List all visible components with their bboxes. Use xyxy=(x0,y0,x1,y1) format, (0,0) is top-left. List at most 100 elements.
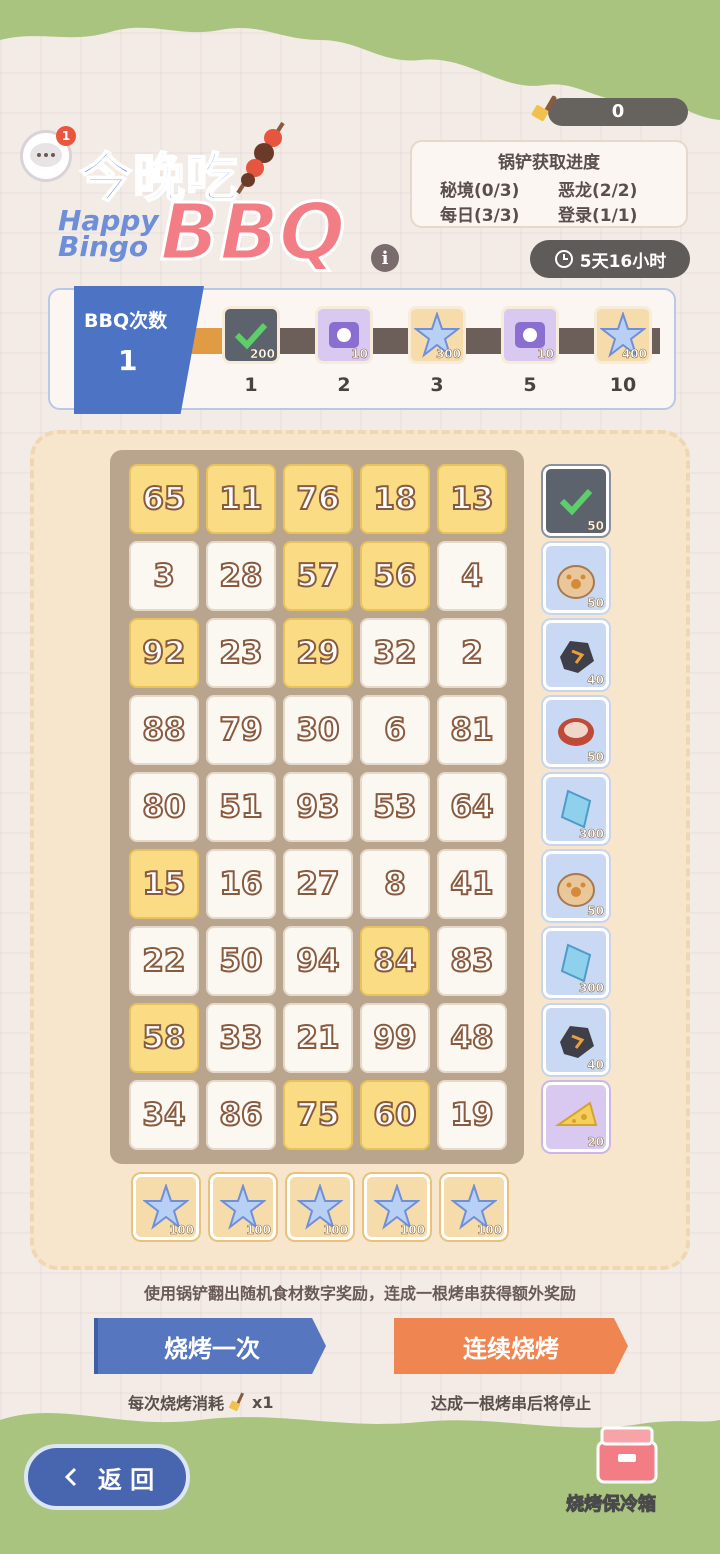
milestone-reward-1[interactable]: 200 xyxy=(222,306,280,364)
bingo-cell[interactable]: 76 xyxy=(283,464,353,534)
bingo-cell[interactable]: 3 xyxy=(129,541,199,611)
bingo-cell[interactable]: 29 xyxy=(283,618,353,688)
bingo-cell[interactable]: 51 xyxy=(206,772,276,842)
bingo-cell[interactable]: 83 xyxy=(437,926,507,996)
bbq-count-value: 1 xyxy=(118,344,138,377)
cooler-box-label: 烧烤保冷箱 xyxy=(566,1494,657,1516)
spatula-icon xyxy=(531,95,557,122)
bingo-cell[interactable]: 2 xyxy=(437,618,507,688)
column-reward[interactable]: 100 xyxy=(210,1174,276,1240)
bingo-cell[interactable]: 86 xyxy=(206,1080,276,1150)
progress-item-dungeon: 秘境(0/3) xyxy=(440,181,520,201)
bingo-cell[interactable]: 99 xyxy=(360,1003,430,1073)
bingo-cell[interactable]: 11 xyxy=(206,464,276,534)
milestone-index: 2 xyxy=(337,374,351,396)
bingo-cell[interactable]: 19 xyxy=(437,1080,507,1150)
bingo-cell[interactable]: 18 xyxy=(360,464,430,534)
bingo-cell[interactable]: 32 xyxy=(360,618,430,688)
bingo-cell[interactable]: 23 xyxy=(206,618,276,688)
milestone-reward-10[interactable]: 400 xyxy=(594,306,652,364)
milestone-index: 3 xyxy=(430,374,444,396)
bingo-cell[interactable]: 41 xyxy=(437,849,507,919)
column-reward[interactable]: 100 xyxy=(133,1174,199,1240)
row-reward[interactable]: 50 xyxy=(543,697,609,767)
logo-bbq: BBQ xyxy=(158,187,346,280)
logo-bingo: Bingo xyxy=(58,230,149,263)
milestone-reward-3[interactable]: 300 xyxy=(408,306,466,364)
ore-icon xyxy=(560,641,594,673)
reward-amount: 50 xyxy=(587,596,604,611)
bingo-cell[interactable]: 79 xyxy=(206,695,276,765)
timer-text: 5天16小时 xyxy=(579,251,667,272)
crystal-icon xyxy=(560,943,592,983)
bingo-cell[interactable]: 94 xyxy=(283,926,353,996)
info-icon[interactable]: i xyxy=(371,244,399,272)
event-timer: 5天16小时 xyxy=(530,240,690,278)
reward-amount: 100 xyxy=(476,1223,503,1238)
grill-continuous-button[interactable]: 连续烧烤 xyxy=(394,1318,628,1374)
column-reward[interactable]: 100 xyxy=(287,1174,353,1240)
reward-amount: 300 xyxy=(578,981,605,996)
row-reward[interactable]: 300 xyxy=(543,774,609,844)
reward-amount: 20 xyxy=(587,1135,604,1150)
milestone-reward-2[interactable]: 10 xyxy=(315,306,373,364)
column-reward[interactable]: 100 xyxy=(441,1174,507,1240)
reward-amount: 100 xyxy=(399,1223,426,1238)
bingo-cell[interactable]: 65 xyxy=(129,464,199,534)
milestone-index: 1 xyxy=(244,374,258,396)
bingo-cell[interactable]: 64 xyxy=(437,772,507,842)
check-icon xyxy=(559,488,593,516)
bingo-cell[interactable]: 56 xyxy=(360,541,430,611)
bingo-cell[interactable]: 4 xyxy=(437,541,507,611)
cooler-box-icon[interactable] xyxy=(592,1418,662,1488)
row-reward[interactable]: 50 xyxy=(543,466,609,536)
ore-icon xyxy=(560,1026,594,1058)
spatula-currency-counter: 0 xyxy=(548,98,688,126)
bingo-cell[interactable]: 27 xyxy=(283,849,353,919)
bingo-cell[interactable]: 48 xyxy=(437,1003,507,1073)
back-button[interactable]: 返 回 xyxy=(24,1444,190,1510)
row-reward[interactable]: 40 xyxy=(543,1005,609,1075)
row-reward[interactable]: 20 xyxy=(543,1082,609,1152)
row-reward[interactable]: 50 xyxy=(543,851,609,921)
milestone-reward-5[interactable]: 10 xyxy=(501,306,559,364)
row-reward[interactable]: 50 xyxy=(543,543,609,613)
grill-once-button[interactable]: 烧烤一次 xyxy=(94,1318,326,1374)
column-reward[interactable]: 100 xyxy=(364,1174,430,1240)
milestone-amount: 200 xyxy=(249,347,276,362)
bingo-cell[interactable]: 60 xyxy=(360,1080,430,1150)
bingo-cell[interactable]: 58 xyxy=(129,1003,199,1073)
milestone-amount: 10 xyxy=(537,347,554,362)
bingo-cell[interactable]: 8 xyxy=(360,849,430,919)
bingo-cell[interactable]: 33 xyxy=(206,1003,276,1073)
bingo-cell[interactable]: 92 xyxy=(129,618,199,688)
bingo-cell[interactable]: 50 xyxy=(206,926,276,996)
reward-amount: 100 xyxy=(322,1223,349,1238)
bingo-cell[interactable]: 28 xyxy=(206,541,276,611)
row-reward[interactable]: 300 xyxy=(543,928,609,998)
bingo-cell[interactable]: 15 xyxy=(129,849,199,919)
bingo-cell[interactable]: 75 xyxy=(283,1080,353,1150)
bingo-cell[interactable]: 88 xyxy=(129,695,199,765)
milestone-amount: 400 xyxy=(621,347,648,362)
bbq-count-title: BBQ次数 xyxy=(84,310,168,332)
progress-title: 锅铲获取进度 xyxy=(498,153,600,173)
bingo-cell[interactable]: 21 xyxy=(283,1003,353,1073)
bingo-cell[interactable]: 84 xyxy=(360,926,430,996)
bingo-cell[interactable]: 80 xyxy=(129,772,199,842)
bingo-cell[interactable]: 22 xyxy=(129,926,199,996)
bingo-cell[interactable]: 57 xyxy=(283,541,353,611)
milestone-amount: 10 xyxy=(351,347,368,362)
bingo-cell[interactable]: 6 xyxy=(360,695,430,765)
bingo-cell[interactable]: 81 xyxy=(437,695,507,765)
bingo-cell[interactable]: 13 xyxy=(437,464,507,534)
bingo-cell[interactable]: 30 xyxy=(283,695,353,765)
back-arrow-icon xyxy=(64,1467,76,1487)
bingo-cell[interactable]: 93 xyxy=(283,772,353,842)
reward-amount: 40 xyxy=(587,1058,604,1073)
bingo-cell[interactable]: 34 xyxy=(129,1080,199,1150)
row-reward[interactable]: 40 xyxy=(543,620,609,690)
milestone-index: 5 xyxy=(523,374,537,396)
bingo-cell[interactable]: 16 xyxy=(206,849,276,919)
bingo-cell[interactable]: 53 xyxy=(360,772,430,842)
